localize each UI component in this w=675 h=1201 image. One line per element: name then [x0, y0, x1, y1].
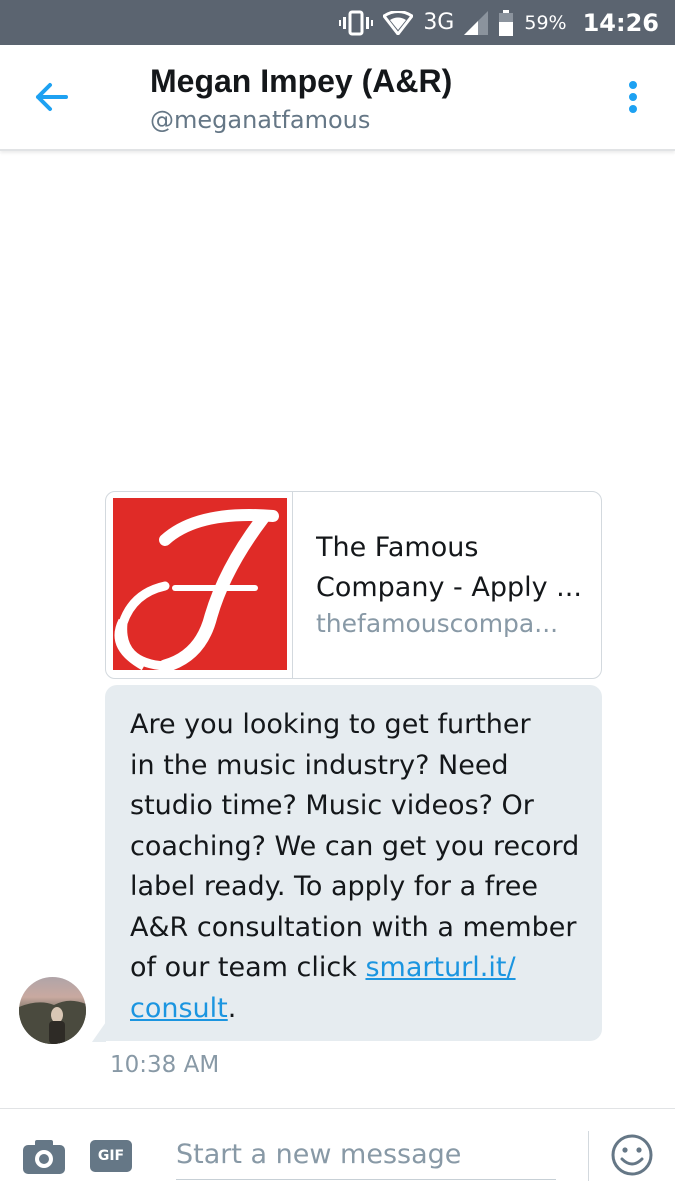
- message-line: consult.: [130, 989, 585, 1030]
- message-bubble: Are you looking to get further in the mu…: [105, 685, 602, 1041]
- message-line: label ready. To apply for a free: [130, 871, 538, 902]
- back-button[interactable]: [30, 79, 74, 115]
- message-line-text: .: [227, 992, 237, 1024]
- conversation-handle: @meganatfamous: [150, 106, 371, 134]
- card-title-line-1: The Famous: [316, 532, 479, 563]
- arrow-left-icon: [36, 83, 68, 111]
- more-options-button[interactable]: [620, 79, 646, 119]
- message-line: Are you looking to get further: [130, 709, 531, 740]
- avatar[interactable]: [19, 977, 86, 1044]
- clock: 14:26: [582, 8, 659, 37]
- camera-icon: [23, 1140, 65, 1174]
- message-text: Are you looking to get further in the mu…: [130, 705, 585, 1029]
- famous-company-logo: [113, 498, 287, 673]
- message-line: studio time? Music videos? Or: [130, 790, 534, 821]
- vibrate-icon: [339, 10, 374, 35]
- message-line: coaching? We can get you record: [130, 830, 580, 862]
- message-link-continued[interactable]: consult: [130, 993, 228, 1024]
- message-line: in the music industry? Need: [130, 749, 509, 781]
- bubble-tail: [92, 1022, 106, 1042]
- card-title-line-2: Company - Apply ...: [316, 572, 582, 603]
- wifi-icon: [383, 10, 414, 35]
- status-icons: 3G 59% 14:26: [339, 0, 659, 45]
- conversation-title: Megan Impey (A&R): [150, 63, 453, 99]
- message-line-text: of our team click: [130, 952, 366, 983]
- status-bar: 3G 59% 14:26: [0, 0, 675, 45]
- message-link[interactable]: smarturl.it/: [365, 952, 515, 983]
- link-preview-card[interactable]: The Famous Company - Apply ... thefamous…: [105, 491, 602, 679]
- message-line: of our team click smarturl.it/: [130, 948, 585, 989]
- message-input[interactable]: [176, 1129, 556, 1180]
- card-divider: [292, 492, 293, 678]
- signal-icon: [464, 10, 489, 35]
- card-title: The Famous Company - Apply ...: [316, 528, 586, 608]
- message-composer: GIF: [0, 1108, 675, 1201]
- message-line: A&R consultation with a member: [130, 911, 577, 943]
- network-type: 3G: [423, 10, 455, 35]
- composer-divider: [588, 1131, 589, 1181]
- emoji-button[interactable]: [611, 1134, 653, 1176]
- gif-button[interactable]: GIF: [90, 1140, 132, 1172]
- emoji-icon: [611, 1134, 653, 1176]
- more-vertical-icon: [620, 81, 646, 113]
- camera-button[interactable]: [22, 1139, 66, 1175]
- battery-icon: [499, 9, 514, 36]
- message-timestamp: 10:38 AM: [110, 1052, 220, 1078]
- conversation-header: Megan Impey (A&R) @meganatfamous: [0, 45, 675, 151]
- battery-percent: 59%: [524, 11, 567, 34]
- card-url: thefamouscompa...: [316, 609, 559, 638]
